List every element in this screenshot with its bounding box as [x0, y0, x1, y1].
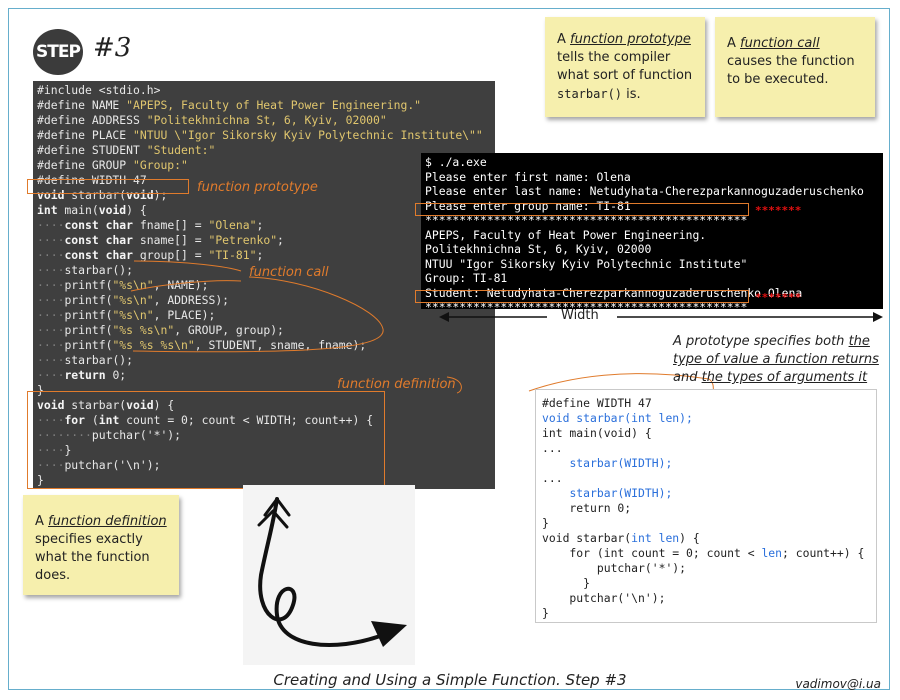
code-line: ····printf("%s %s\n", GROUP, group);: [37, 323, 284, 337]
definition-highlight-box: [27, 391, 385, 489]
step-number: #3: [93, 33, 132, 63]
terminal-line: Please enter last name: Netudyhata-Chere…: [425, 184, 864, 198]
curly-arrow-icon: [243, 485, 415, 665]
note-function-definition: A function definition specifies exactly …: [23, 495, 179, 595]
example-code-line: for (int count = 0; count < len; count++…: [542, 546, 865, 560]
note-text: is.: [622, 87, 641, 102]
terminal-line: Politekhnichna St, 6, Kyiv, 02000: [425, 242, 652, 256]
example-code-line: ...: [542, 471, 563, 485]
note-function-prototype: A function prototype tells the compiler …: [545, 17, 705, 117]
stars-highlight-top: [415, 203, 749, 216]
stars-highlight-bottom: [415, 290, 749, 303]
terminal-output: $ ./a.exe Please enter first name: Olena P…: [421, 153, 883, 314]
step-logo: STEP: [33, 29, 83, 75]
function-definition-label: function definition: [337, 377, 456, 392]
code-line: ····starbar();: [37, 353, 134, 367]
width-arrow: [439, 312, 883, 322]
example-code-line: }: [542, 576, 591, 590]
example-code-line: void starbar(int len);: [542, 411, 693, 425]
note-text: causes the function to be executed.: [727, 54, 855, 87]
terminal-line: Please enter first name: Olena: [425, 169, 631, 184]
note-term: function prototype: [570, 32, 691, 47]
slide-frame: STEP #3 #include <stdio.h> #define NAME "…: [8, 8, 890, 691]
red-stars-top: *******: [755, 204, 802, 217]
info-text: A prototype specifies both: [673, 334, 849, 349]
note-code: starbar(): [557, 87, 623, 101]
terminal-line: APEPS, Faculty of Heat Power Engineering…: [425, 227, 707, 242]
example-code-line: }: [542, 516, 549, 530]
width-label: Width: [561, 308, 599, 323]
slide-caption: Creating and Using a Simple Function. St…: [273, 671, 627, 689]
example-code-line: putchar('\n');: [542, 591, 666, 605]
red-stars-bottom: *******: [755, 291, 802, 304]
author-email: vadimov@i.ua: [795, 677, 881, 691]
note-term: function call: [740, 36, 820, 51]
code-line: #define NAME "APEPS, Faculty of Heat Pow…: [37, 98, 422, 112]
example-code-line: ...: [542, 441, 563, 455]
note-function-call: A function call causes the function to b…: [715, 17, 875, 117]
example-code-line: starbar(WIDTH);: [569, 456, 673, 470]
note-term: function definition: [48, 514, 167, 529]
terminal-line: Group: TI-81: [425, 271, 508, 285]
function-call-label: function call: [249, 265, 329, 280]
terminal-line: NTUU "Igor Sikorsky Kyiv Polytechnic Ins…: [425, 256, 748, 271]
note-text: A: [35, 514, 49, 529]
code-line: #define PLACE "NTUU \"Igor Sikorsky Kyiv…: [37, 128, 483, 142]
prototype-highlight-box: [27, 179, 189, 194]
note-text: A: [557, 32, 571, 47]
example-code-line: void starbar(int len) {: [542, 531, 700, 545]
example-code-line: return 0;: [542, 501, 632, 515]
note-text: tells the compiler what sort of function: [557, 50, 693, 83]
code-line: ····printf("%s %s %s\n", STUDENT, sname,…: [37, 338, 367, 352]
example-code-line: starbar(WIDTH);: [569, 486, 673, 500]
code-line: #define ADDRESS "Politekhnichna St, 6, K…: [37, 113, 387, 127]
example-code-line: putchar('*');: [542, 561, 687, 575]
example-code-block: #define WIDTH 47 void starbar(int len); in…: [535, 389, 877, 623]
example-code-line: #define WIDTH 47: [542, 396, 652, 410]
function-prototype-label: function prototype: [197, 180, 318, 195]
example-code-line: int main(void) {: [542, 426, 652, 440]
code-line: #include <stdio.h>: [37, 83, 161, 97]
terminal-line: $ ./a.exe: [425, 155, 487, 169]
example-code-line: }: [542, 606, 549, 620]
note-text: A: [727, 36, 741, 51]
note-text: specifies exactly what the function does…: [35, 532, 150, 583]
info-text: and: [673, 370, 702, 385]
